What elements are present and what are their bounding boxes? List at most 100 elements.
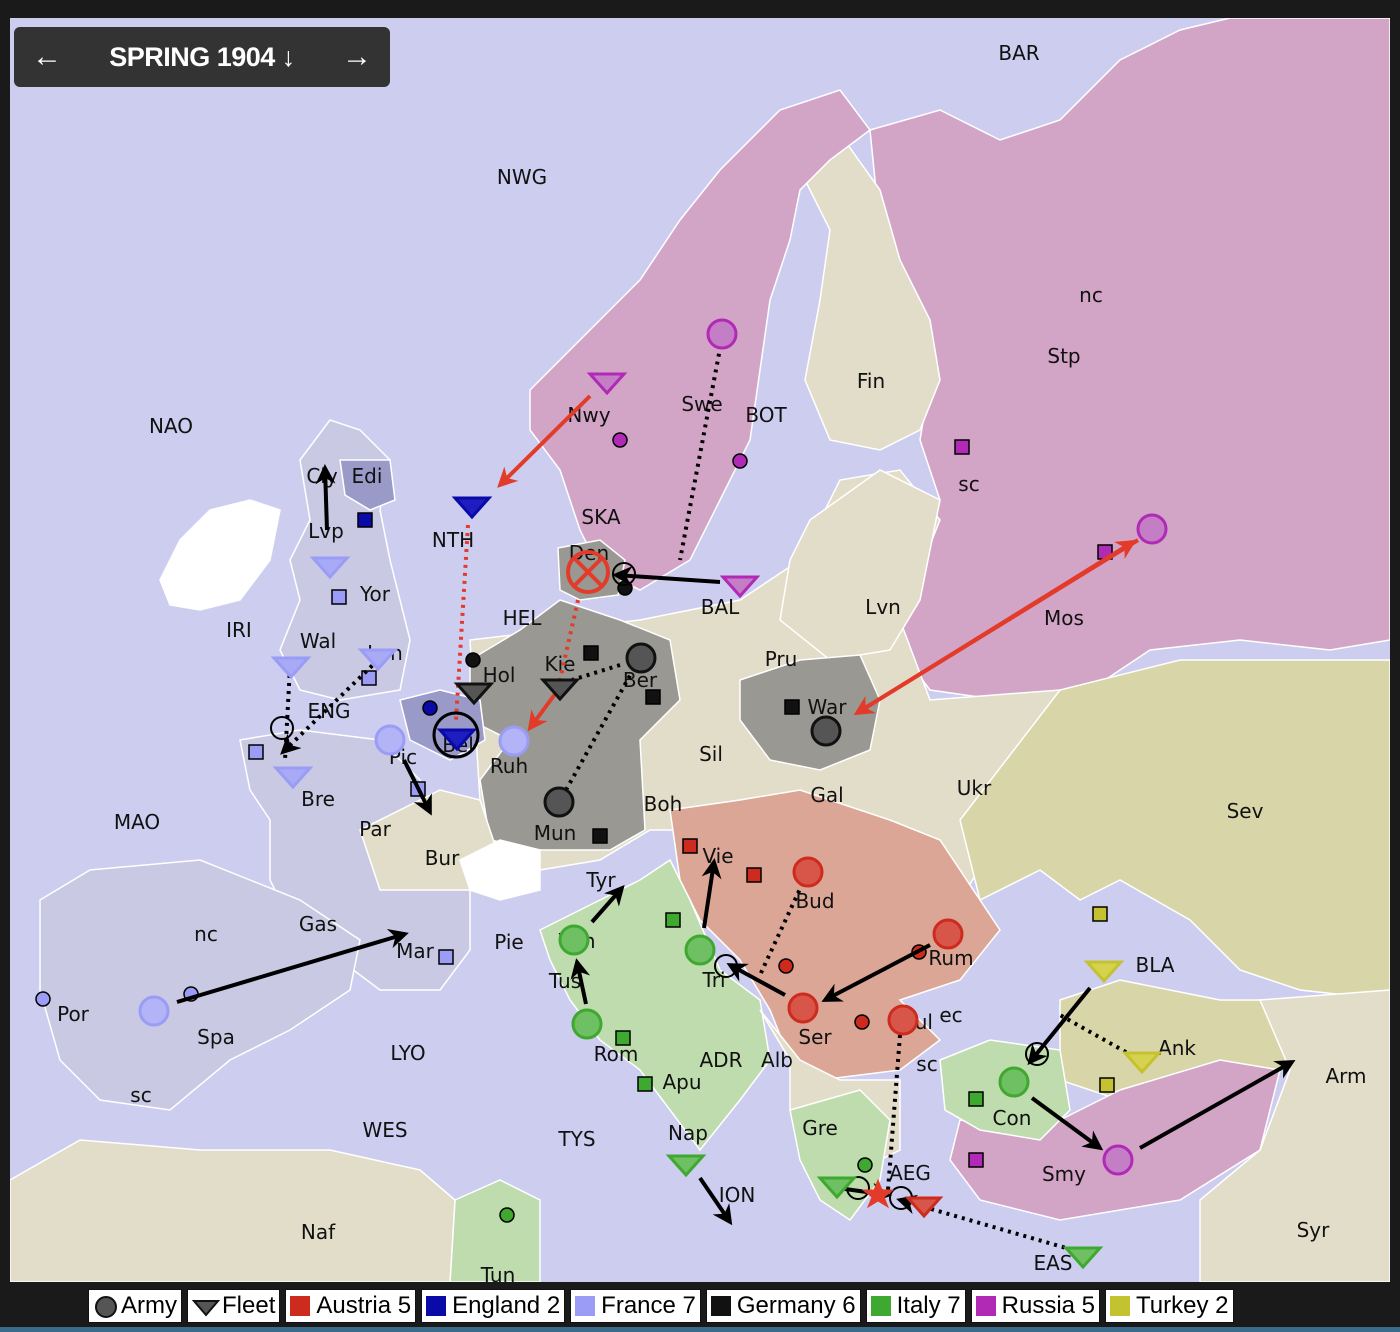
province-label-par: Par: [359, 817, 391, 841]
province-label-hel: HEL: [503, 606, 543, 630]
sc-ven: [665, 912, 681, 928]
diplomacy-map: BAR NWG NAO nc Stp Fin Swe BOT Nwy sc Edi Cly NTH SKA…: [10, 18, 1390, 1282]
province-label-alb: Alb: [761, 1048, 793, 1072]
province-label-pru: Pru: [765, 647, 798, 671]
province-label-nwy: Nwy: [567, 403, 610, 427]
legend-label: Turkey 2: [1136, 1292, 1229, 1319]
unit-army-austria-bud[interactable]: [792, 856, 824, 888]
legend-army: Army: [88, 1289, 182, 1323]
province-label-tys: TYS: [557, 1127, 595, 1151]
swatch: [975, 1296, 996, 1316]
sc-ber: [645, 689, 661, 705]
province-label-ska: SKA: [581, 505, 620, 529]
sc-smy: [968, 1152, 984, 1168]
province-label-edi: Edi: [352, 464, 383, 488]
sc-bre: [248, 744, 264, 760]
province-label-yor: Yor: [359, 582, 391, 606]
province-label-ion: ION: [719, 1183, 756, 1207]
province-label-swe: Swe: [681, 392, 722, 416]
unit-army-germany-ber[interactable]: [625, 642, 657, 674]
army-icon: [95, 1296, 117, 1318]
unit-army-italy-con[interactable]: [998, 1066, 1030, 1098]
unit-army-russia-swe[interactable]: [706, 318, 738, 350]
province-label-adr: ADR: [700, 1048, 743, 1072]
province-label-boh: Boh: [644, 792, 683, 816]
province-label-iri: IRI: [226, 618, 252, 642]
sc-ank: [1099, 1077, 1115, 1093]
sc-hol: [465, 652, 481, 668]
province-label-por: Por: [57, 1002, 90, 1026]
province-label-naf: Naf: [301, 1220, 336, 1244]
region-russia-north: [869, 18, 1390, 701]
unit-army-france-ruh[interactable]: [498, 725, 530, 757]
province-label-rum: Rum: [928, 946, 973, 970]
legend-label: Army: [121, 1292, 177, 1319]
swatch: [575, 1296, 596, 1316]
sc-kie: [583, 645, 599, 661]
province-label-sc_bul: sc: [916, 1052, 937, 1076]
legend-russia: Russia 5: [970, 1289, 1101, 1323]
swatch: [870, 1296, 891, 1316]
prev-arrow-icon[interactable]: ←: [32, 40, 62, 74]
province-label-gal: Gal: [810, 783, 843, 807]
legend-fleet: Fleet: [187, 1289, 281, 1323]
province-label-ank: Ank: [1158, 1036, 1196, 1060]
fleet-icon: [192, 1300, 220, 1317]
sc-swe: [732, 453, 748, 469]
province-label-arm: Arm: [1325, 1064, 1366, 1088]
province-label-eas: EAS: [1033, 1251, 1072, 1275]
unit-army-italy-rom[interactable]: [571, 1008, 603, 1040]
province-label-aeg: AEG: [889, 1161, 931, 1185]
sc-ser: [778, 958, 794, 974]
unit-army-italy-tri[interactable]: [684, 934, 716, 966]
sc-stp: [954, 439, 970, 455]
province-label-bur: Bur: [425, 846, 460, 870]
province-label-pie: Pie: [494, 930, 523, 954]
province-label-wes: WES: [362, 1118, 407, 1142]
unit-army-austria-rum[interactable]: [932, 918, 964, 950]
order-lvp-cly: [315, 464, 336, 531]
unit-army-germany-mun[interactable]: [543, 786, 575, 818]
province-label-nc_stp: nc: [1079, 283, 1103, 307]
legend-label: Fleet: [222, 1292, 276, 1319]
unit-army-france-pic[interactable]: [374, 724, 406, 756]
province-label-ukr: Ukr: [957, 776, 992, 800]
province-label-tyr: Tyr: [585, 868, 616, 892]
province-label-nth: NTH: [432, 528, 474, 552]
province-label-bot: BOT: [745, 403, 787, 427]
unit-army-italy-ven[interactable]: [558, 924, 590, 956]
sc-bel: [422, 700, 438, 716]
swatch: [710, 1296, 731, 1316]
legend: Army Fleet Austria 5 England 2 France 7 …: [88, 1289, 1234, 1325]
province-label-con: Con: [993, 1106, 1032, 1130]
province-label-mun: Mun: [534, 821, 577, 845]
next-arrow-icon[interactable]: →: [342, 40, 372, 74]
province-label-sc_stp: sc: [958, 472, 979, 496]
province-label-nc_spa: nc: [194, 922, 218, 946]
unit-army-russia-mos[interactable]: [1136, 513, 1168, 545]
unit-army-france-spa[interactable]: [138, 995, 170, 1027]
province-label-wal: Wal: [300, 629, 336, 653]
province-label-ec_bul: ec: [939, 1003, 962, 1027]
legend-turkey: Turkey 2: [1105, 1289, 1234, 1323]
sc-war: [784, 699, 800, 715]
unit-army-austria-ser[interactable]: [787, 992, 819, 1024]
unit-army-austria-bul[interactable]: [887, 1004, 919, 1036]
province-label-ser: Ser: [798, 1025, 832, 1049]
sc-edi: [357, 512, 373, 528]
season-selector[interactable]: SPRING 1904 ↓: [109, 42, 295, 73]
province-label-fin: Fin: [857, 369, 885, 393]
province-label-gas: Gas: [299, 912, 337, 936]
province-label-vie: Vie: [702, 844, 733, 868]
province-label-sc_spa: sc: [130, 1083, 151, 1107]
legend-label: Austria 5: [316, 1292, 412, 1319]
swatch: [426, 1296, 447, 1316]
province-label-smy: Smy: [1042, 1162, 1086, 1186]
province-label-gre: Gre: [802, 1116, 838, 1140]
province-label-bre: Bre: [301, 787, 335, 811]
province-label-mao: MAO: [114, 810, 160, 834]
province-label-lvn: Lvn: [865, 595, 901, 619]
unit-army-russia-smy[interactable]: [1102, 1144, 1134, 1176]
unit-army-germany-war[interactable]: [810, 715, 842, 747]
province-label-tus: Tus: [548, 969, 581, 993]
